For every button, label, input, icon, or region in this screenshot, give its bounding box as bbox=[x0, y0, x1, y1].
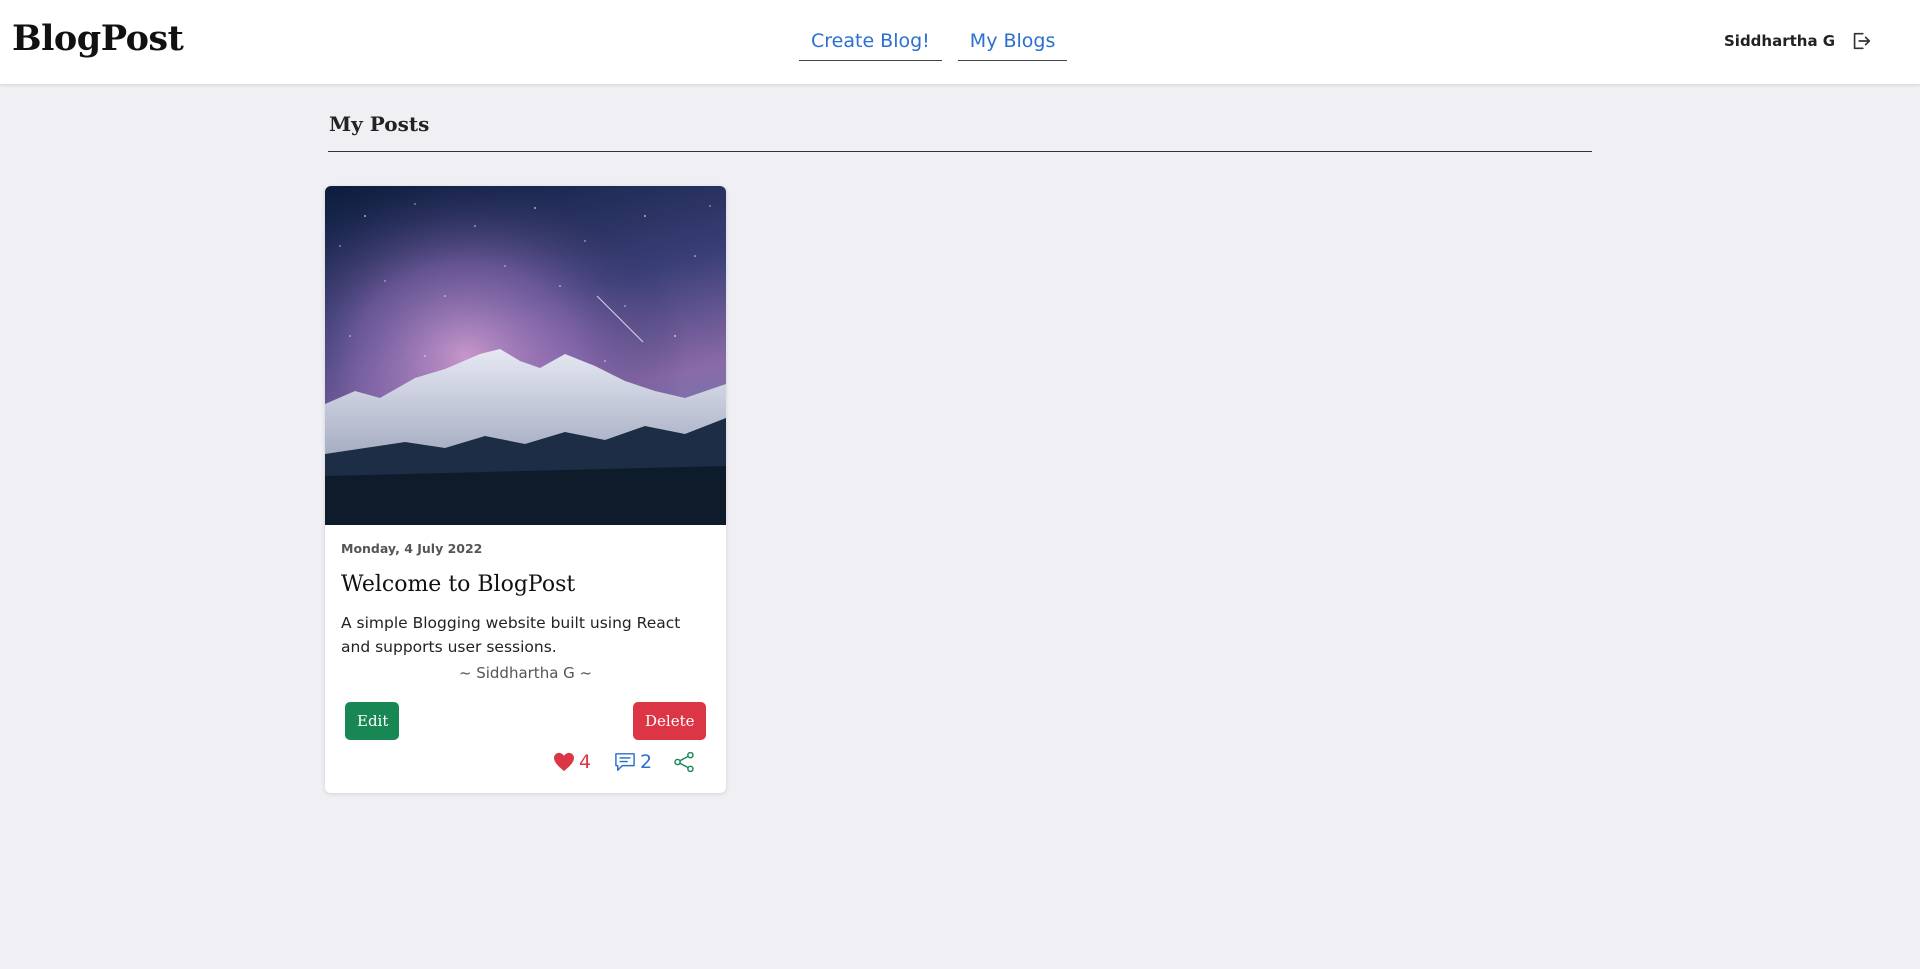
post-stats: 4 2 bbox=[325, 751, 726, 779]
comment-button[interactable]: 2 bbox=[614, 751, 652, 773]
nav-create-blog[interactable]: Create Blog! bbox=[799, 26, 942, 61]
comment-count: 2 bbox=[640, 751, 653, 773]
like-button[interactable]: 4 bbox=[553, 751, 591, 773]
user-name: Siddhartha G bbox=[1724, 32, 1836, 50]
main-nav: Create Blog! My Blogs bbox=[799, 26, 1068, 61]
delete-button[interactable]: Delete bbox=[633, 702, 706, 740]
comment-icon bbox=[615, 753, 635, 771]
brand-logo[interactable]: BlogPost bbox=[12, 18, 184, 59]
nav-my-blogs[interactable]: My Blogs bbox=[957, 26, 1068, 61]
share-icon bbox=[674, 751, 694, 773]
post-title[interactable]: Welcome to BlogPost bbox=[341, 572, 575, 597]
edit-button[interactable]: Edit bbox=[345, 702, 399, 740]
post-author: ~ Siddhartha G ~ bbox=[458, 664, 593, 682]
heart-icon bbox=[554, 752, 574, 772]
post-card: Monday, 4 July 2022 Welcome to BlogPost … bbox=[325, 186, 726, 793]
like-count: 4 bbox=[579, 751, 592, 773]
navbar: BlogPost Create Blog! My Blogs Siddharth… bbox=[0, 0, 1920, 84]
logout-icon[interactable] bbox=[1850, 30, 1872, 52]
post-image[interactable] bbox=[325, 186, 726, 525]
post-description: A simple Blogging website built using Re… bbox=[341, 614, 681, 656]
share-button[interactable] bbox=[673, 751, 695, 773]
section-title: My Posts bbox=[329, 112, 430, 136]
section-divider bbox=[328, 151, 1592, 152]
post-date: Monday, 4 July 2022 bbox=[341, 541, 483, 556]
